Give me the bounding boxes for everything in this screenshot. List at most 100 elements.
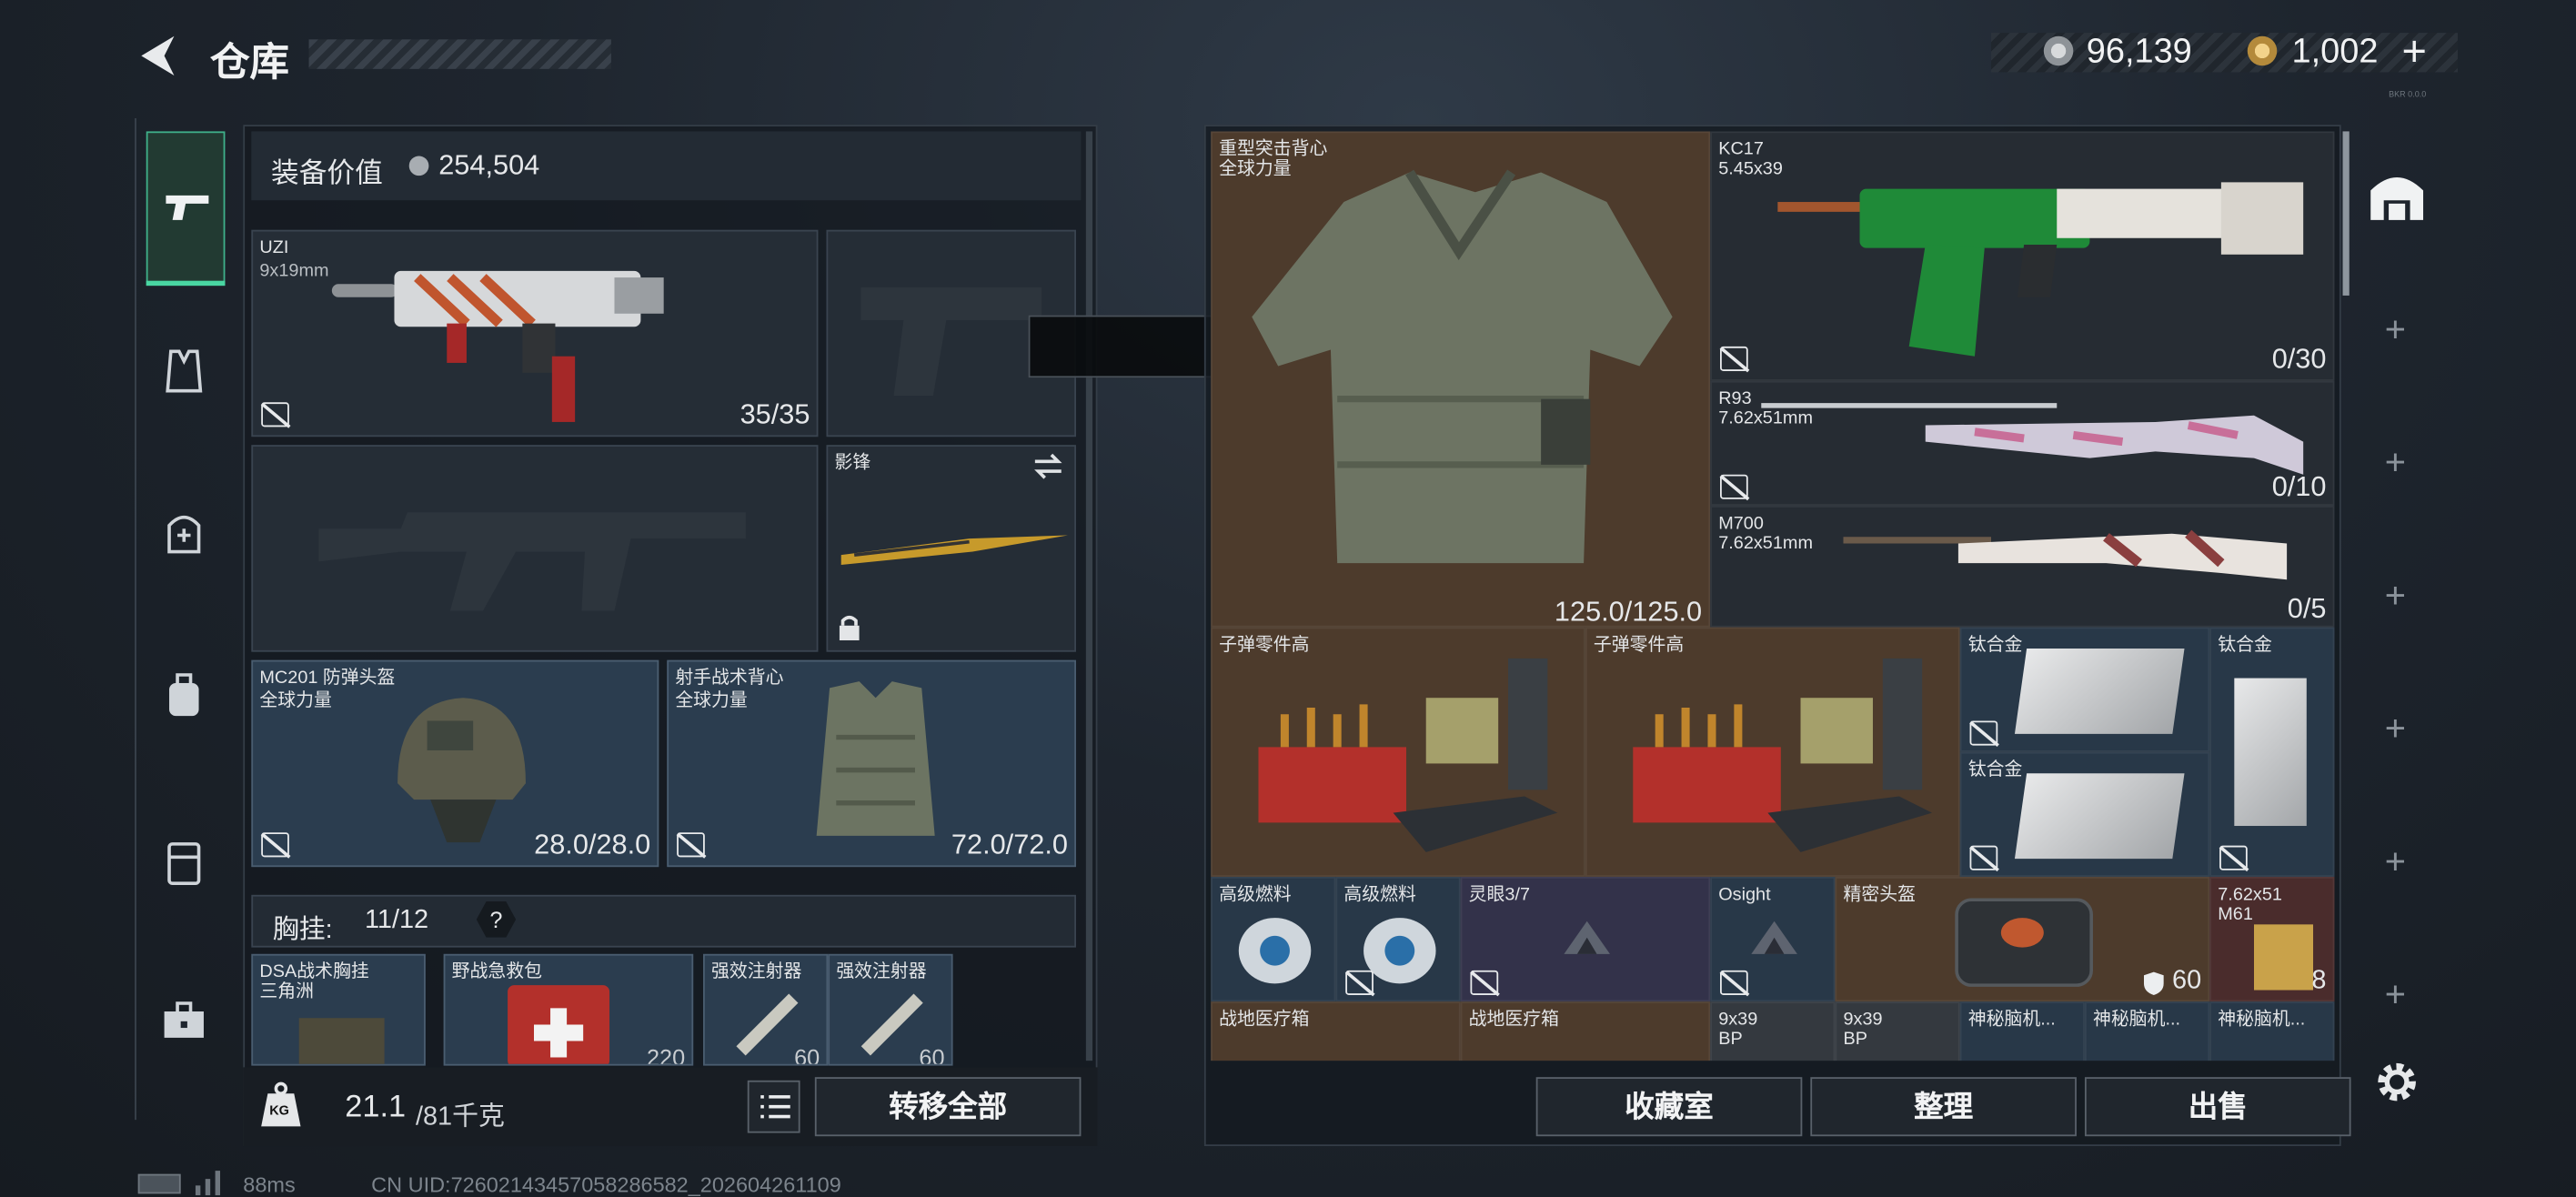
rig-item-injector-2[interactable]: 强效注射器 60 bbox=[828, 953, 953, 1066]
stash-item-m700[interactable]: M700 7.62x51mm 0/5 bbox=[1710, 506, 2335, 628]
collection-room-button[interactable]: 收藏室 bbox=[1535, 1077, 1803, 1137]
melee-slot[interactable]: 影锋 bbox=[826, 445, 1077, 652]
stash-item-ammo-m61[interactable]: 7.62x51 M61 8 bbox=[2209, 876, 2335, 1002]
rig-item-firstaid[interactable]: 野战急救包 220 bbox=[443, 953, 694, 1066]
stash-item-name: 高级燃料 bbox=[1219, 885, 1292, 905]
transfer-all-button[interactable]: 转移全部 bbox=[814, 1077, 1082, 1137]
nav-item-weapons[interactable] bbox=[146, 131, 226, 287]
add-stash-tab-button[interactable]: + bbox=[2346, 840, 2444, 883]
stash-item-mystery-bci[interactable]: 神秘脑机... bbox=[1959, 1001, 2085, 1061]
nav-active-bar bbox=[146, 280, 226, 287]
battery-icon bbox=[137, 1173, 181, 1194]
sell-button[interactable]: 出售 bbox=[2084, 1077, 2351, 1137]
stash-item-name: KC17 5.45x39 bbox=[1718, 139, 1783, 179]
rig-item-injector-1[interactable]: 强效注射器 60 bbox=[703, 953, 829, 1066]
stash-item-name: 钛合金 bbox=[2218, 635, 2272, 656]
stash-item-mystery-bci[interactable]: 神秘脑机... bbox=[2209, 1001, 2335, 1061]
add-stash-tab-button[interactable]: + bbox=[2346, 575, 2444, 618]
rig-item-dsa[interactable]: DSA战术胸挂 三角洲 bbox=[251, 953, 426, 1066]
stash-item-value: 0/10 bbox=[2271, 471, 2327, 503]
armor-slot[interactable]: 射手战术背心 全球力量 72.0/72.0 bbox=[667, 659, 1077, 868]
stash-item-mystery-bci[interactable]: 神秘脑机... bbox=[2084, 1001, 2210, 1061]
nav-item-case[interactable] bbox=[135, 838, 233, 897]
no-insure-icon bbox=[261, 402, 289, 428]
chest-rig-header: 胸挂: 11/12 ? bbox=[251, 894, 1077, 948]
equipment-value-label: 装备价值 bbox=[271, 157, 383, 189]
stash-item-r93[interactable]: R93 7.62x51mm 0/10 bbox=[1710, 380, 2335, 507]
build-tag: BKR 0.0.0 bbox=[2389, 90, 2427, 101]
stash-tab-main[interactable] bbox=[2366, 171, 2429, 226]
primary-weapon-slot[interactable]: UZI 9x19mm 35/35 bbox=[251, 229, 819, 438]
stash-item-bullet-parts[interactable]: 子弹零件高 bbox=[1585, 627, 1960, 877]
no-insure-icon bbox=[2219, 845, 2248, 870]
stash-item-titanium[interactable]: 钛合金 bbox=[1959, 627, 2210, 752]
rig-image bbox=[298, 1018, 385, 1064]
secondary-weapon-slot-empty[interactable] bbox=[251, 445, 819, 652]
rig-item-count: 60 bbox=[919, 1044, 945, 1066]
stash-item-ammo-9x39[interactable]: 9x39 BP bbox=[1835, 1001, 1960, 1061]
stash-item-titanium-tall[interactable]: 钛合金 bbox=[2209, 627, 2335, 877]
nav-item-helmet[interactable] bbox=[135, 509, 233, 565]
titanium-plate-image bbox=[2014, 649, 2185, 734]
list-icon bbox=[760, 1095, 790, 1119]
stash-item-heavy-vest[interactable]: 重型突击背心 全球力量 125.0/125.0 bbox=[1211, 131, 1711, 628]
stash-item-precision-helmet[interactable]: 精密头盔 60 bbox=[1835, 876, 2210, 1002]
gear-icon bbox=[2378, 1062, 2416, 1101]
helmet-durability: 28.0/28.0 bbox=[534, 829, 651, 860]
help-icon[interactable]: ? bbox=[476, 901, 517, 938]
armor-durability: 72.0/72.0 bbox=[951, 829, 1068, 860]
kg-icon-label: KG bbox=[269, 1103, 289, 1119]
stash-item-ammo-9x39[interactable]: 9x39 BP bbox=[1710, 1001, 1836, 1061]
swap-icon[interactable] bbox=[1031, 453, 1064, 479]
stash-item-name: 钛合金 bbox=[1967, 759, 2023, 780]
helmet-slot[interactable]: MC201 防弹头盔 全球力量 28.0/28.0 bbox=[251, 659, 659, 868]
chest-rig-capacity: 11/12 bbox=[364, 906, 429, 935]
stash-item-kc17[interactable]: KC17 5.45x39 0/30 bbox=[1710, 131, 2335, 381]
no-insure-icon bbox=[261, 832, 289, 858]
helmet-bag-image bbox=[1955, 898, 2093, 987]
back-arrow-icon bbox=[141, 35, 175, 76]
m700-image bbox=[1843, 529, 2288, 580]
title-stripes bbox=[308, 39, 611, 69]
signal-icon bbox=[194, 1169, 224, 1196]
nav-item-toolbox[interactable] bbox=[135, 1001, 233, 1051]
nav-item-backpack[interactable] bbox=[135, 673, 233, 729]
premium-coin-icon bbox=[2247, 35, 2278, 66]
add-stash-tab-button[interactable]: + bbox=[2346, 308, 2444, 351]
back-button[interactable] bbox=[131, 29, 184, 82]
no-insure-icon bbox=[1470, 970, 1499, 995]
knife-image bbox=[840, 535, 1068, 565]
nav-item-vest[interactable] bbox=[135, 348, 233, 404]
currency-premium: 1,002 bbox=[2291, 33, 2379, 71]
stash-item-titanium[interactable]: 钛合金 bbox=[1959, 751, 2210, 877]
add-stash-tab-button[interactable]: + bbox=[2346, 442, 2444, 485]
stash-item-bullet-parts[interactable]: 子弹零件高 bbox=[1211, 627, 1585, 877]
ammo-box-image bbox=[2253, 924, 2314, 991]
stash-item-fuel[interactable]: 高级燃料 bbox=[1335, 876, 1461, 1002]
uid-text: CN UID:72602143457058286582_202604261109 bbox=[371, 1172, 841, 1197]
rig-item-count: 220 bbox=[646, 1044, 686, 1066]
stash-item-scope-lingyan[interactable]: 灵眼3/7 bbox=[1460, 876, 1711, 1002]
add-stash-tab-button[interactable]: + bbox=[2346, 973, 2444, 1016]
stash-item-field-medkit[interactable]: 战地医疗箱 bbox=[1460, 1001, 1711, 1061]
bullet-parts-image bbox=[1258, 658, 1558, 852]
add-stash-tab-button[interactable]: + bbox=[2346, 708, 2444, 750]
injector-image bbox=[736, 993, 799, 1056]
stash-item-field-medkit[interactable]: 战地医疗箱 bbox=[1211, 1001, 1461, 1061]
shield-icon bbox=[2143, 971, 2164, 995]
armor-icon bbox=[167, 515, 201, 554]
panel-scrollbar bbox=[1085, 131, 1093, 1061]
no-insure-icon bbox=[1969, 845, 1998, 870]
stash-scrollbar[interactable] bbox=[2342, 131, 2350, 296]
organize-button[interactable]: 整理 bbox=[1810, 1077, 2077, 1137]
settings-button[interactable] bbox=[2372, 1058, 2421, 1107]
add-currency-button[interactable]: + bbox=[2402, 26, 2427, 77]
rig-item-name: DSA战术胸挂 三角洲 bbox=[259, 961, 369, 1002]
stash-item-name: 战地医疗箱 bbox=[1468, 1010, 1560, 1030]
vest-icon bbox=[166, 349, 203, 393]
stash-item-name: 神秘脑机... bbox=[1967, 1010, 2056, 1030]
list-view-button[interactable] bbox=[747, 1080, 800, 1133]
stash-item-osight[interactable]: Osight bbox=[1710, 876, 1836, 1002]
stash-item-fuel[interactable]: 高级燃料 bbox=[1211, 876, 1336, 1002]
melee-name: 影锋 bbox=[834, 453, 871, 473]
